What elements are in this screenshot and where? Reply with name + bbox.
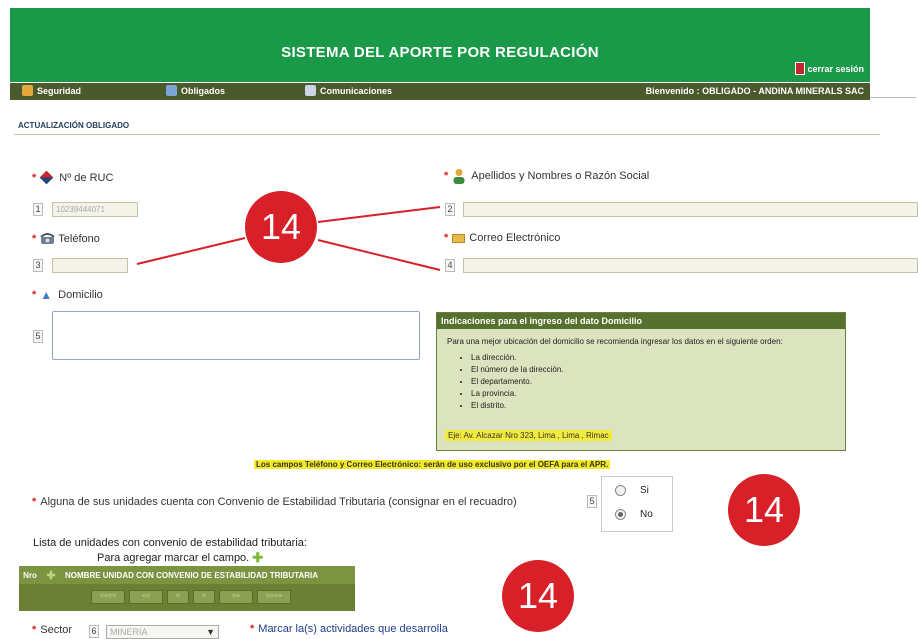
annotation-marker: 14 <box>245 191 317 263</box>
annotation-lines <box>136 206 441 271</box>
annotation-marker: 14 <box>728 474 800 546</box>
annotation-marker: 14 <box>502 560 574 632</box>
